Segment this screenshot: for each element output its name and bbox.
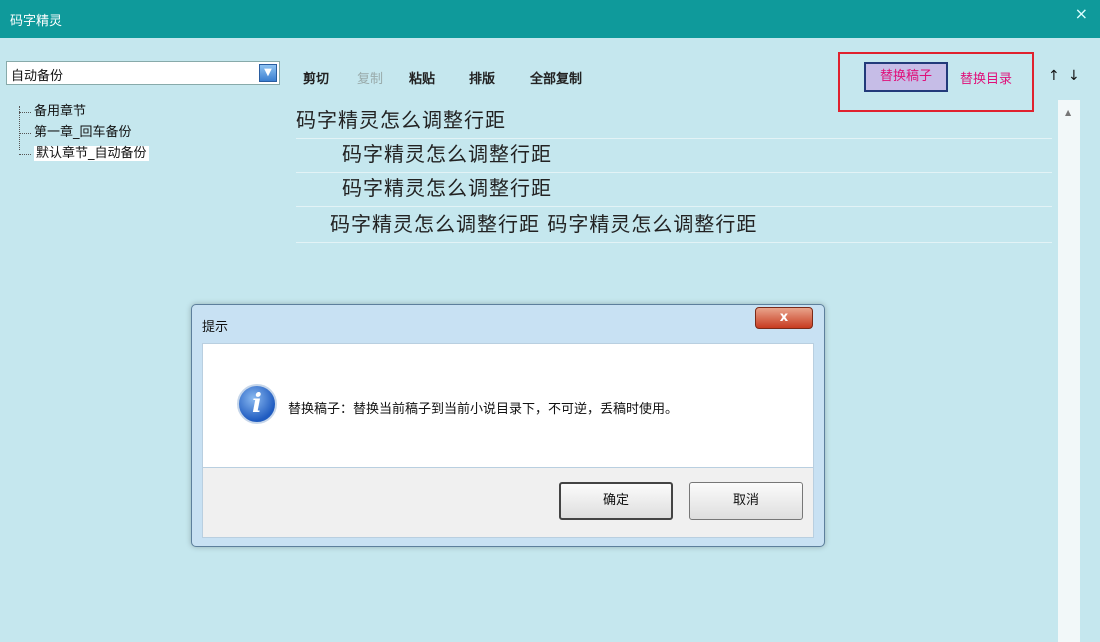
copy-all-button[interactable]: 全部复制 [530, 68, 582, 87]
dialog-message: 替换稿子：替换当前稿子到当前小说目录下，不可逆，丢稿时使用。 [288, 402, 679, 417]
dialog-close-icon[interactable]: x [755, 307, 813, 329]
layout-button[interactable]: 排版 [469, 68, 495, 87]
move-up-icon[interactable]: ↑ [1048, 68, 1060, 84]
scroll-up-icon[interactable]: ▲ [1065, 108, 1071, 117]
move-down-icon[interactable]: ↓ [1068, 68, 1080, 84]
tree-item-label: 第一章_回车备份 [34, 125, 132, 140]
tree-item-label: 默认章节_自动备份 [34, 146, 149, 161]
cut-button[interactable]: 剪切 [303, 68, 329, 87]
chevron-down-icon[interactable]: ▼ [259, 64, 277, 82]
replace-directory-button[interactable]: 替换目录 [960, 68, 1012, 87]
prompt-dialog: 提示 x i 替换稿子：替换当前稿子到当前小说目录下，不可逆，丢稿时使用。 确定… [191, 304, 825, 547]
paste-button[interactable]: 粘贴 [409, 68, 435, 87]
title-bar: 码字精灵 × [0, 0, 1100, 38]
copy-button[interactable]: 复制 [357, 68, 383, 87]
replace-draft-button[interactable]: 替换稿子 [864, 62, 948, 92]
info-icon: i [237, 384, 277, 424]
editor-scrollbar[interactable]: ▲ [1058, 100, 1080, 642]
chapter-tree: 备用章节 第一章_回车备份 默认章节_自动备份 [16, 104, 149, 167]
editor-line: 码字精灵怎么调整行距 码字精灵怎么调整行距 [296, 208, 1052, 243]
tree-item-chapter-one[interactable]: 第一章_回车备份 [16, 125, 149, 146]
dialog-footer: 确定 取消 [202, 468, 814, 538]
backup-select[interactable]: 自动备份 ▼ [6, 61, 280, 85]
backup-select-value: 自动备份 [11, 69, 64, 84]
editor-line: 码字精灵怎么调整行距 [296, 172, 1052, 207]
cancel-button[interactable]: 取消 [689, 482, 803, 520]
editor-line: 码字精灵怎么调整行距 [296, 138, 1052, 173]
window-close-icon[interactable]: × [1075, 4, 1088, 23]
window-title: 码字精灵 [10, 14, 63, 29]
ok-button[interactable]: 确定 [559, 482, 673, 520]
text-editor[interactable]: 码字精灵怎么调整行距 码字精灵怎么调整行距 码字精灵怎么调整行距 码字精灵怎么调… [292, 100, 1058, 250]
dialog-body: i 替换稿子：替换当前稿子到当前小说目录下，不可逆，丢稿时使用。 [202, 343, 814, 468]
dialog-title: 提示 [202, 320, 229, 335]
tree-item-spare-chapter[interactable]: 备用章节 [16, 104, 149, 125]
editor-line: 码字精灵怎么调整行距 [296, 104, 1052, 139]
tree-item-label: 备用章节 [34, 104, 87, 119]
tree-item-default-chapter[interactable]: 默认章节_自动备份 [16, 146, 149, 167]
